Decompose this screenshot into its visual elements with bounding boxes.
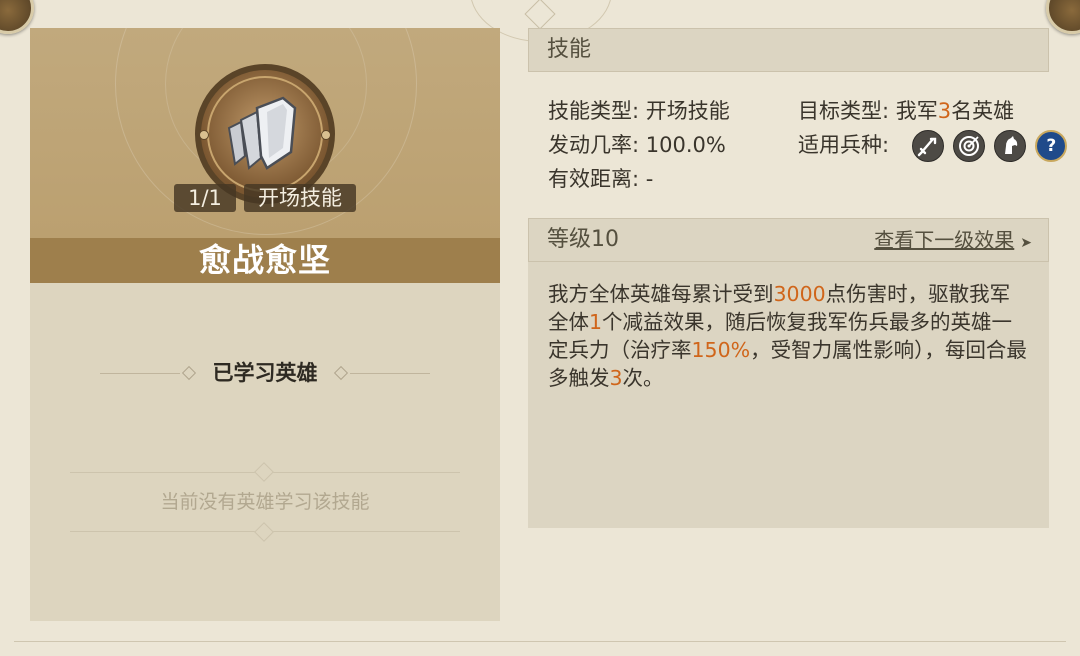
divider-line — [100, 373, 180, 374]
chevron-right-icon: ➤ — [1020, 235, 1032, 251]
desc-text: 我方全体英雄每累计受到 — [548, 282, 774, 306]
level-title: 等级10 — [547, 227, 619, 252]
close-button[interactable] — [1046, 0, 1080, 34]
skill-card-header: 1/1 开场技能 — [30, 28, 500, 238]
divider-diamond — [181, 365, 197, 381]
skill-type-info: 技能类型: 开场技能 — [548, 96, 730, 126]
skill-name: 愈战愈坚 — [30, 238, 500, 283]
trigger-rate-label: 发动几率: — [548, 133, 640, 157]
frame-border — [14, 641, 1066, 642]
shields-icon — [227, 96, 297, 170]
range-label: 有效距离: — [548, 167, 640, 191]
back-button[interactable] — [0, 0, 34, 34]
target-suffix: 名英雄 — [951, 99, 1015, 123]
next-level-link[interactable]: 查看下一级效果 ➤ — [874, 219, 1032, 264]
skill-section-header: 技能 — [528, 28, 1049, 72]
cavalry-horse-unit-icon[interactable] — [994, 130, 1027, 162]
desc-trigger-limit: 3 — [609, 366, 623, 390]
trigger-rate-info: 发动几率: 100.0% — [548, 130, 726, 160]
level-section-header: 等级10 查看下一级效果 ➤ — [528, 218, 1049, 262]
unit-type-info: 适用兵种: — [798, 130, 889, 160]
learned-heroes-title: 已学习英雄 — [212, 361, 318, 385]
skill-card: 1/1 开场技能 愈战愈坚 已学习英雄 当前没有英雄学习该技能 — [30, 28, 500, 621]
shield-skill-icon — [195, 64, 335, 204]
placeholder-diamond — [254, 522, 274, 542]
unit-icons: ? — [912, 130, 1071, 162]
trigger-rate-value: 100.0% — [645, 133, 726, 157]
target-prefix: 我军 — [895, 99, 938, 123]
no-heroes-placeholder: 当前没有英雄学习该技能 — [70, 462, 460, 542]
learned-heroes-heading: 已学习英雄 — [100, 358, 430, 388]
unknown-unit-icon[interactable]: ? — [1035, 130, 1068, 162]
skill-level-badge: 1/1 — [174, 184, 236, 212]
skill-type-value: 开场技能 — [645, 99, 730, 123]
skill-type-badge: 开场技能 — [244, 184, 356, 212]
archer-target-unit-icon[interactable] — [953, 130, 986, 162]
skill-description: 我方全体英雄每累计受到3000点伤害时，驱散我军全体1个减益效果，随后恢复我军伤… — [528, 262, 1049, 528]
skill-type-label: 技能类型: — [548, 99, 640, 123]
no-heroes-text: 当前没有英雄学习该技能 — [160, 491, 370, 513]
sword-unit-icon[interactable] — [912, 130, 944, 162]
placeholder-diamond — [254, 462, 274, 482]
target-type-label: 目标类型: — [798, 99, 890, 123]
unit-type-label: 适用兵种: — [798, 133, 890, 157]
next-level-link-text: 查看下一级效果 — [874, 228, 1015, 252]
skill-section-title: 技能 — [547, 37, 592, 62]
desc-damage-threshold: 3000 — [773, 282, 826, 306]
desc-debuff-count: 1 — [589, 310, 603, 334]
desc-heal-rate: 150% — [691, 338, 751, 362]
divider-diamond — [333, 365, 349, 381]
target-count: 3 — [937, 99, 952, 123]
icon-rivet — [199, 130, 209, 140]
range-info: 有效距离: - — [548, 164, 653, 194]
desc-text: 次。 — [622, 366, 664, 390]
target-type-info: 目标类型: 我军3名英雄 — [798, 96, 1014, 126]
divider-line — [350, 373, 430, 374]
icon-rivet — [321, 130, 331, 140]
range-value: - — [645, 167, 654, 191]
